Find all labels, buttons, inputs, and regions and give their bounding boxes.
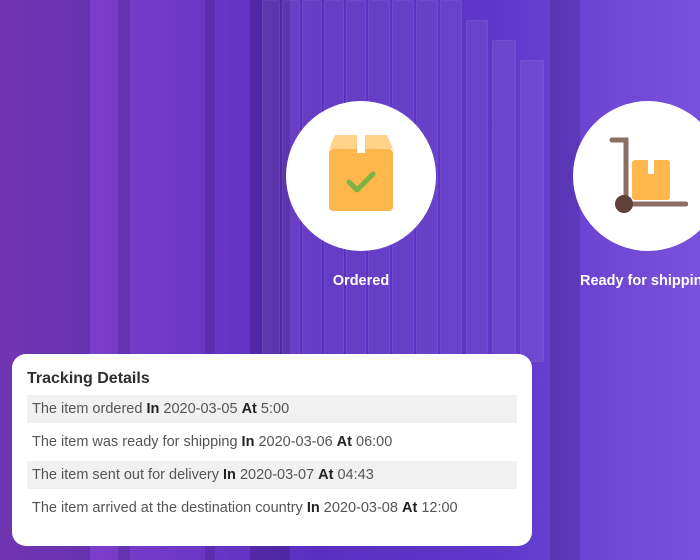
in-keyword: In: [241, 434, 255, 450]
tracking-row-time: 06:00: [356, 434, 393, 450]
in-keyword: In: [146, 401, 160, 417]
step-circle-ordered: [286, 101, 436, 251]
step-circle-ready-for-shipping: [573, 101, 700, 251]
at-keyword: At: [401, 500, 418, 516]
hand-truck-icon: [608, 132, 689, 221]
tracking-row-text: The item arrived at the destination coun…: [32, 500, 303, 516]
tracking-details-card: Tracking Details The item ordered In 202…: [12, 354, 532, 546]
tracking-list: The item ordered In 2020-03-05 At 5:00 T…: [27, 395, 517, 527]
tracking-row-time: 5:00: [260, 401, 290, 417]
step-ready-for-shipping: Ready for shipping: [573, 101, 700, 289]
tracking-row: The item arrived at the destination coun…: [27, 494, 517, 522]
in-keyword: In: [306, 500, 320, 516]
tracking-row-date: 2020-03-08: [323, 500, 398, 516]
tracking-row: The item ordered In 2020-03-05 At 5:00: [27, 395, 517, 423]
tracking-details-title: Tracking Details: [27, 370, 150, 387]
at-keyword: At: [336, 434, 352, 450]
tracking-row-text: The item sent out for delivery: [32, 467, 219, 483]
tracking-row-date: 2020-03-05: [163, 401, 238, 417]
step-label-ordered: Ordered: [332, 273, 390, 289]
tracking-row: The item sent out for delivery In 2020-0…: [27, 461, 517, 489]
step-label-ready-for-shipping: Ready for shipping: [580, 273, 700, 289]
tracking-row-time: 12:00: [421, 500, 458, 516]
tracking-row-date: 2020-03-06: [258, 434, 333, 450]
in-keyword: In: [223, 467, 236, 483]
step-ordered: Ordered: [286, 101, 436, 289]
at-keyword: At: [241, 401, 257, 417]
package-check-icon: [327, 134, 395, 218]
tracking-row: The item was ready for shipping In 2020-…: [27, 428, 517, 456]
tracking-row-time: 04:43: [337, 467, 374, 483]
tracking-row-text: The item ordered: [32, 401, 143, 417]
tracking-row-text: The item was ready for shipping: [32, 434, 238, 450]
at-keyword: At: [318, 467, 334, 483]
tracking-row-date: 2020-03-07: [239, 467, 315, 483]
